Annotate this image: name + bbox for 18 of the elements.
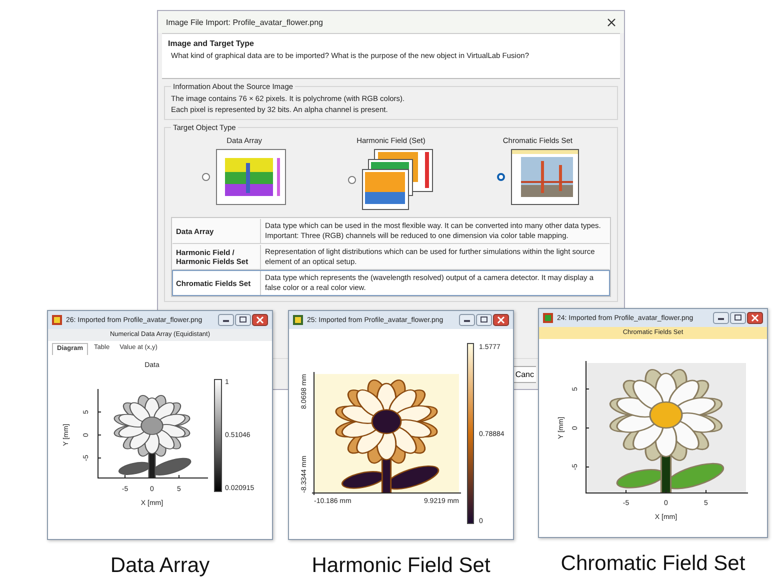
- close-icon[interactable]: [607, 18, 616, 26]
- app-icon: [293, 315, 303, 325]
- window-controls-icon[interactable]: [459, 314, 509, 326]
- app-icon: [543, 313, 553, 323]
- dialog-title: Image File Import: Profile_avatar_flower.png: [166, 18, 323, 26]
- radio-button[interactable]: [202, 173, 210, 181]
- figure-caption: Chromatic Field Set: [560, 552, 746, 576]
- heatmap-thumbnail: [216, 149, 286, 205]
- type-row[interactable]: [172, 218, 610, 244]
- figure-caption: Harmonic Field Set: [312, 554, 490, 578]
- radio-button[interactable]: [348, 176, 356, 184]
- radio-button[interactable]: [496, 173, 505, 181]
- header-title: Image and Target Type: [168, 39, 255, 48]
- window-controls-icon[interactable]: [713, 312, 763, 324]
- app-icon: [52, 315, 62, 325]
- bridge-photo-thumbnail: [510, 149, 579, 205]
- figure-caption: Data Array: [110, 554, 210, 578]
- window-controls-icon[interactable]: [218, 314, 268, 326]
